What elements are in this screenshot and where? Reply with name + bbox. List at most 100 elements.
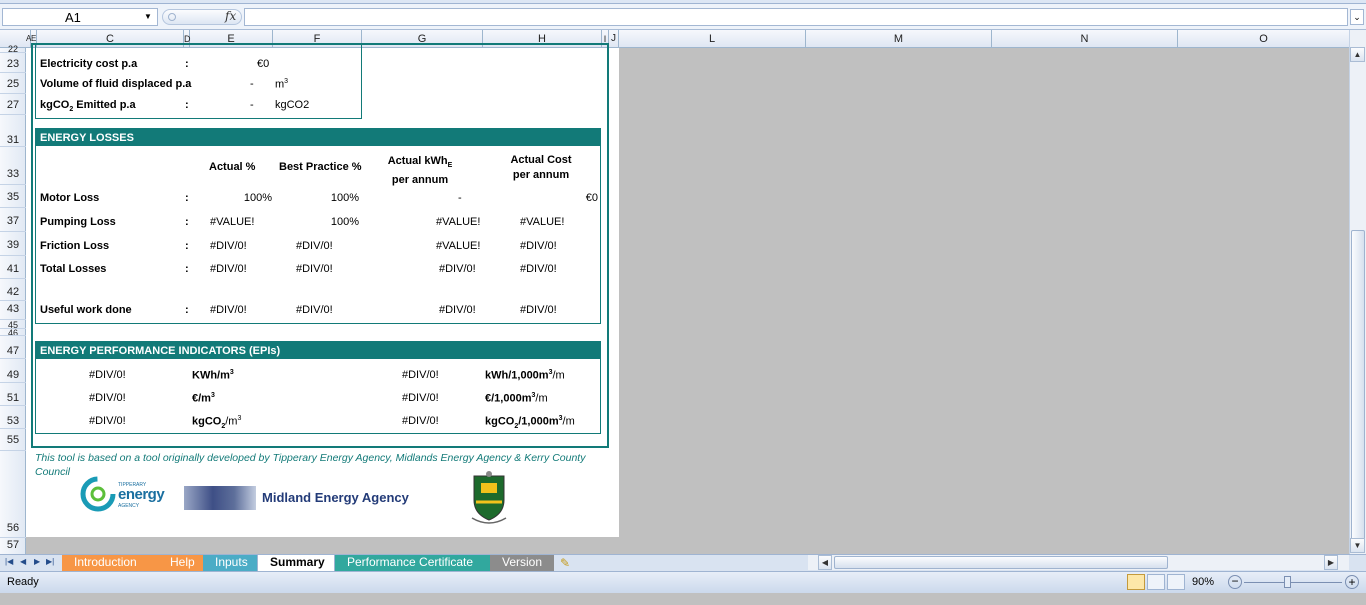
epi-unit: kgCO2/m3 bbox=[192, 415, 242, 430]
column-header[interactable]: J bbox=[609, 30, 619, 48]
row-header[interactable]: 27 bbox=[0, 94, 26, 115]
scroll-left-icon[interactable]: ◀ bbox=[818, 555, 832, 570]
volume-unit: m3 bbox=[275, 78, 289, 91]
zoom-slider-track[interactable] bbox=[1244, 582, 1342, 583]
status-ready: Ready bbox=[7, 576, 39, 588]
row-header[interactable]: 56 bbox=[0, 451, 26, 538]
circle-icon bbox=[168, 13, 176, 21]
tab-summary[interactable]: Summary bbox=[257, 555, 335, 572]
row-header[interactable]: 49 bbox=[0, 359, 26, 383]
zoom-out-icon[interactable]: − bbox=[1228, 575, 1242, 589]
scroll-down-icon[interactable]: ▼ bbox=[1350, 538, 1365, 553]
column-header[interactable]: L bbox=[619, 30, 806, 48]
next-sheet-icon[interactable]: ▶ bbox=[34, 557, 40, 566]
row-header[interactable]: 25 bbox=[0, 73, 26, 94]
tipperary-logo-agency-text: AGENCY bbox=[118, 503, 140, 509]
epi-header: ENERGY PERFORMANCE INDICATORS (EPIs) bbox=[36, 342, 600, 359]
loss-cost: #DIV/0! bbox=[520, 304, 557, 316]
tab-inputs[interactable]: Inputs bbox=[203, 555, 261, 571]
tab-help[interactable]: Help bbox=[158, 555, 206, 571]
epi-value: #DIV/0! bbox=[89, 369, 126, 381]
normal-view-icon[interactable] bbox=[1127, 574, 1145, 590]
insert-sheet-icon[interactable]: ✎ bbox=[560, 556, 570, 570]
row-header[interactable]: 55 bbox=[0, 429, 26, 451]
loss-actual: #DIV/0! bbox=[210, 240, 247, 252]
prev-sheet-icon[interactable]: ◀ bbox=[20, 557, 26, 566]
loss-best: #DIV/0! bbox=[296, 263, 333, 275]
epi-value: #DIV/0! bbox=[402, 415, 439, 427]
tab-performance-certificate[interactable]: Performance Certificate bbox=[335, 555, 493, 571]
last-sheet-icon[interactable]: ▶| bbox=[46, 557, 54, 566]
row-header[interactable]: 43 bbox=[0, 301, 26, 320]
page-break-view-icon[interactable] bbox=[1167, 574, 1185, 590]
row-header[interactable]: 37 bbox=[0, 208, 26, 232]
page-layout-view-icon[interactable] bbox=[1147, 574, 1165, 590]
column-header[interactable]: O bbox=[1178, 30, 1349, 48]
epi-value: #DIV/0! bbox=[402, 369, 439, 381]
loss-actual: 100% bbox=[243, 192, 272, 204]
first-sheet-icon[interactable]: |◀ bbox=[5, 557, 13, 566]
loss-best: #DIV/0! bbox=[296, 240, 333, 252]
row-header[interactable]: 46 bbox=[0, 329, 26, 338]
loss-kwh: #DIV/0! bbox=[439, 304, 476, 316]
vertical-scrollbar[interactable]: ▲ ▼ bbox=[1349, 30, 1366, 555]
midland-energy-logo-text: Midland Energy Agency bbox=[262, 490, 409, 505]
loss-cost: #VALUE! bbox=[520, 216, 565, 228]
loss-row-label: Total Losses bbox=[40, 263, 107, 275]
actual-kwh-header: Actual kWhE per annum bbox=[387, 155, 453, 187]
loss-kwh: #DIV/0! bbox=[439, 263, 476, 275]
row-header[interactable]: 53 bbox=[0, 406, 26, 429]
actual-cost-header: Actual Cost per annum bbox=[510, 154, 572, 181]
loss-best: 100% bbox=[330, 216, 359, 228]
electricity-cost-value: €0 bbox=[257, 58, 270, 70]
zoom-in-icon[interactable]: + bbox=[1345, 575, 1359, 589]
row-header[interactable]: 42 bbox=[0, 279, 26, 301]
epi-unit: KWh/m3 bbox=[192, 369, 234, 382]
vertical-scroll-thumb[interactable] bbox=[1351, 230, 1365, 550]
column-header[interactable]: N bbox=[992, 30, 1178, 48]
colon: : bbox=[185, 99, 189, 111]
colon: : bbox=[185, 263, 189, 275]
name-box[interactable]: A1 bbox=[2, 8, 158, 26]
loss-cost: #DIV/0! bbox=[520, 240, 557, 252]
insert-function-icon[interactable]: fx bbox=[225, 9, 236, 23]
scroll-right-icon[interactable]: ▶ bbox=[1324, 555, 1338, 570]
expand-formula-bar-icon[interactable]: ⌄ bbox=[1350, 9, 1364, 25]
energy-losses-header: ENERGY LOSSES bbox=[36, 129, 600, 146]
row-header[interactable]: 22 bbox=[0, 45, 26, 54]
tab-introduction[interactable]: Introduction bbox=[62, 555, 162, 571]
row-header[interactable]: 23 bbox=[0, 53, 26, 73]
tipperary-logo-main-text: energy bbox=[118, 486, 165, 503]
loss-cost: €0 bbox=[585, 192, 598, 204]
loss-best: #DIV/0! bbox=[296, 304, 333, 316]
row-header[interactable]: 35 bbox=[0, 185, 26, 208]
loss-row-label: Useful work done bbox=[40, 304, 132, 316]
scroll-up-icon[interactable]: ▲ bbox=[1350, 47, 1365, 62]
volume-value: - bbox=[250, 78, 254, 90]
row-header[interactable]: 39 bbox=[0, 232, 26, 256]
zoom-level[interactable]: 90% bbox=[1192, 576, 1214, 588]
colon: : bbox=[185, 78, 189, 90]
horizontal-scroll-thumb[interactable] bbox=[834, 556, 1168, 569]
column-header[interactable]: M bbox=[806, 30, 992, 48]
row-header[interactable]: 47 bbox=[0, 336, 26, 359]
colon: : bbox=[185, 58, 189, 70]
epi-unit: €/m3 bbox=[192, 392, 215, 405]
loss-actual: #DIV/0! bbox=[210, 263, 247, 275]
row-header[interactable]: 57 bbox=[0, 538, 26, 552]
kerry-county-council-crest-icon bbox=[464, 470, 514, 526]
loss-actual: #DIV/0! bbox=[210, 304, 247, 316]
row-header[interactable]: 41 bbox=[0, 256, 26, 279]
zoom-slider-handle[interactable] bbox=[1284, 576, 1291, 588]
row-header[interactable]: 31 bbox=[0, 115, 26, 147]
row-header[interactable]: 33 bbox=[0, 147, 26, 185]
tab-version[interactable]: Version bbox=[490, 555, 554, 571]
chevron-down-icon[interactable]: ▼ bbox=[144, 12, 152, 21]
row-header[interactable]: 51 bbox=[0, 383, 26, 406]
epi-value: #DIV/0! bbox=[89, 415, 126, 427]
loss-row-label: Friction Loss bbox=[40, 240, 110, 252]
epi-value: #DIV/0! bbox=[402, 392, 439, 404]
epi-unit: kWh/1,000m3/m bbox=[485, 369, 565, 382]
horizontal-scrollbar[interactable]: ◀ ▶ bbox=[808, 555, 1349, 570]
formula-input[interactable] bbox=[244, 8, 1348, 26]
